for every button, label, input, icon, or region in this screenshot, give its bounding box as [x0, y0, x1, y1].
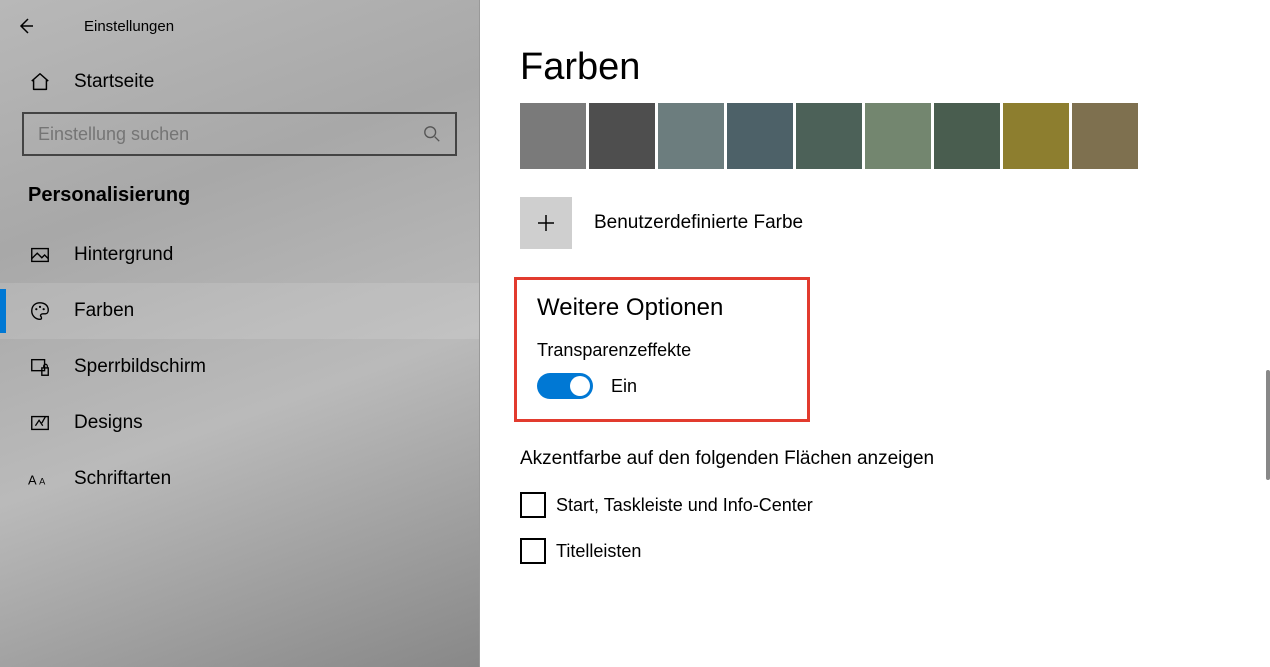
- home-label: Startseite: [74, 71, 154, 93]
- window-title: Einstellungen: [84, 18, 174, 35]
- transparency-toggle[interactable]: [537, 373, 593, 399]
- check-label: Titelleisten: [556, 541, 641, 562]
- more-options-heading: Weitere Optionen: [537, 294, 787, 322]
- section-title: Personalisierung: [0, 174, 479, 227]
- custom-color-label: Benutzerdefinierte Farbe: [594, 212, 803, 234]
- titlebar: Einstellungen: [0, 0, 479, 52]
- nav-item-hintergrund[interactable]: Hintergrund: [0, 227, 479, 283]
- highlight-box: Weitere Optionen Transparenzeffekte Ein: [514, 277, 810, 422]
- nav-label: Schriftarten: [74, 468, 171, 490]
- color-swatch[interactable]: [1072, 103, 1138, 169]
- palette-icon: [28, 300, 52, 322]
- color-swatch[interactable]: [589, 103, 655, 169]
- check-row-start[interactable]: Start, Taskleiste und Info-Center: [520, 492, 1230, 518]
- nav-label: Hintergrund: [74, 244, 173, 266]
- sidebar: Einstellungen Startseite Personalisierun…: [0, 0, 480, 667]
- lockscreen-icon: [28, 356, 52, 378]
- check-row-titelleisten[interactable]: Titelleisten: [520, 538, 1230, 564]
- nav-label: Farben: [74, 300, 134, 322]
- nav-item-sperrbildschirm[interactable]: Sperrbildschirm: [0, 339, 479, 395]
- accent-heading: Akzentfarbe auf den folgenden Flächen an…: [520, 448, 1230, 470]
- toggle-knob: [570, 376, 590, 396]
- color-swatch[interactable]: [520, 103, 586, 169]
- nav-item-farben[interactable]: Farben: [0, 283, 479, 339]
- color-swatch[interactable]: [727, 103, 793, 169]
- search-icon: [423, 125, 441, 143]
- search-box[interactable]: [22, 112, 457, 156]
- nav-item-schriftarten[interactable]: AA Schriftarten: [0, 451, 479, 507]
- sidebar-inner: Startseite Personalisierung Hintergrund …: [0, 0, 479, 507]
- svg-text:A: A: [28, 473, 37, 488]
- svg-text:A: A: [39, 477, 46, 487]
- home-link[interactable]: Startseite: [0, 52, 479, 112]
- transparency-state: Ein: [611, 376, 637, 397]
- back-button[interactable]: [0, 0, 52, 52]
- color-swatch[interactable]: [865, 103, 931, 169]
- search-input[interactable]: [38, 124, 423, 145]
- fonts-icon: AA: [28, 468, 52, 490]
- arrow-left-icon: [16, 16, 36, 36]
- color-swatches-row: [520, 103, 1230, 169]
- plus-icon: [534, 211, 558, 235]
- image-icon: [28, 244, 52, 266]
- color-swatch[interactable]: [1003, 103, 1069, 169]
- nav-label: Sperrbildschirm: [74, 356, 206, 378]
- scrollbar-thumb[interactable]: [1266, 370, 1270, 480]
- custom-color-button[interactable]: [520, 197, 572, 249]
- color-swatch[interactable]: [934, 103, 1000, 169]
- checkbox[interactable]: [520, 492, 546, 518]
- custom-color-row: Benutzerdefinierte Farbe: [520, 197, 1230, 249]
- designs-icon: [28, 412, 52, 434]
- transparency-label: Transparenzeffekte: [537, 340, 787, 361]
- nav-label: Designs: [74, 412, 143, 434]
- check-label: Start, Taskleiste und Info-Center: [556, 495, 813, 516]
- color-swatch[interactable]: [796, 103, 862, 169]
- nav-item-designs[interactable]: Designs: [0, 395, 479, 451]
- content-pane: Farben Benutzerdefinierte Farbe Weitere …: [480, 0, 1270, 667]
- page-heading: Farben: [520, 46, 1230, 89]
- home-icon: [28, 71, 52, 93]
- checkbox[interactable]: [520, 538, 546, 564]
- transparency-toggle-row: Ein: [537, 373, 787, 399]
- color-swatch[interactable]: [658, 103, 724, 169]
